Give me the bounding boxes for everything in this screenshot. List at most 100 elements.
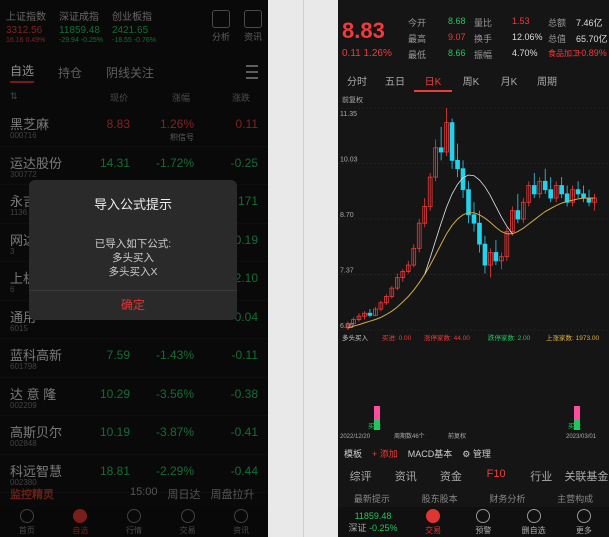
- indicator-toolbar: 模板 + 添加 MACD基本 ⚙ 管理: [338, 445, 609, 461]
- candle: [455, 159, 460, 170]
- stock-detail-screen: 8.83 0.11 1.26% 今开 8.68 量比 1.53 总额 7.46亿 最高 9.0…: [338, 0, 609, 537]
- quote-label: 总值: [548, 34, 567, 44]
- candle: [367, 312, 373, 316]
- info-tab[interactable]: 资金: [428, 468, 473, 488]
- indicator-legend: 买进: 0.00: [382, 334, 412, 342]
- macd-button[interactable]: MACD基本: [408, 447, 453, 460]
- watchlist-screen: 上证指数 3312.56 16.16 0.49% 深证成指 11859.48 -29.94…: [0, 0, 268, 537]
- kline-svg: 前复权11.3510.038.707.376.05多头买入 买进: 0.00 涨停家…: [338, 95, 609, 440]
- period-tab[interactable]: 分时: [338, 70, 376, 92]
- candle: [493, 252, 499, 262]
- manage-button[interactable]: ⚙ 管理: [462, 447, 491, 460]
- nav-index-pct: -0.25%: [369, 522, 398, 533]
- indicator-bar: [374, 406, 380, 420]
- sub-tabs: 最新提示 股东股本 财务分析 主营构成: [338, 492, 609, 504]
- indicator-legend: 上涨家数: 1973.00: [546, 333, 599, 342]
- date-label: 2023/03/01: [566, 434, 597, 440]
- candle: [438, 147, 444, 153]
- candle: [466, 189, 471, 216]
- quote-value: +0.89%: [576, 48, 607, 58]
- nav-remove-watch[interactable]: 删自选: [509, 508, 559, 536]
- date-label: 周期数46个: [394, 432, 425, 440]
- dialog-title: 导入公式提示: [93, 197, 172, 212]
- period-tab[interactable]: 月K: [490, 70, 528, 92]
- quote-row: 最低 8.66 振幅 4.70% 食品加工 +0.89%: [408, 46, 608, 62]
- trade-icon: [426, 508, 441, 523]
- quote-value: 12.06%: [512, 32, 543, 42]
- nav-index-label: 深证: [348, 522, 367, 533]
- minus-icon: [526, 508, 541, 523]
- quote-grid: 今开 8.68 量比 1.53 总额 7.46亿 最高 9.07 换手 12.06% 总值 65.70…: [408, 14, 608, 62]
- chart-title: 前复权: [342, 95, 363, 104]
- info-tabs: 综评 资讯 资金 F10 行业 关联基金: [338, 468, 609, 488]
- subtab[interactable]: 财务分析: [489, 492, 525, 504]
- period-tab[interactable]: 日K: [414, 70, 452, 92]
- screen-divider: [303, 0, 304, 537]
- info-tab[interactable]: 综评: [338, 468, 383, 488]
- indicator-legend: 涨停家数: 44.00: [424, 333, 470, 342]
- candle: [575, 189, 581, 195]
- current-price: 8.83: [342, 18, 385, 43]
- indicator-bar: [574, 406, 580, 420]
- date-label: 前复权: [448, 432, 466, 440]
- dialog-line: 已导入如下公式:: [94, 238, 172, 250]
- confirm-button[interactable]: 确定: [29, 296, 237, 313]
- candle: [482, 243, 488, 266]
- period-tab[interactable]: 周期: [528, 70, 566, 92]
- y-tick-label: 11.35: [340, 111, 357, 118]
- y-tick-label: 8.70: [340, 212, 354, 219]
- quote-label: 最低: [408, 50, 427, 60]
- buy-signal-label: 买进: [568, 422, 582, 430]
- add-label: 添加: [379, 448, 398, 459]
- info-tab[interactable]: F10: [474, 468, 519, 488]
- candle: [586, 197, 592, 203]
- date-label: 2022/12/20: [340, 434, 371, 440]
- kline-chart[interactable]: 前复权 11.35 10.03 8.70 7.37 6.05 多头买入 买进: 0.00 涨停家…: [338, 94, 609, 440]
- nav-alert[interactable]: 预警: [458, 508, 508, 536]
- candle: [515, 210, 521, 220]
- import-formula-dialog: 导入公式提示 已导入如下公式: 多头买入 多头买入X 确定: [29, 180, 237, 320]
- info-tab[interactable]: 资讯: [383, 468, 428, 488]
- quote-value: 1.53: [512, 16, 530, 26]
- buy-signal-label: 买进: [368, 422, 382, 430]
- dialog-line: 多头买入X: [108, 266, 158, 278]
- quote-value: 8.68: [448, 16, 466, 26]
- nav-label: 交易: [425, 525, 442, 535]
- nav-more[interactable]: 更多: [559, 508, 609, 536]
- nav-label: 预警: [475, 525, 492, 535]
- quote-label: 总额: [548, 18, 567, 28]
- period-tab[interactable]: 周K: [452, 70, 490, 92]
- period-tab[interactable]: 五日: [376, 70, 414, 92]
- quote-label: 今开: [408, 18, 427, 28]
- detail-bottom-nav: 11859.48 深证 -0.25% 交易 预警 删自选 更多: [338, 507, 609, 537]
- quote-value: 8.66: [448, 48, 466, 58]
- candle: [581, 193, 586, 199]
- subtab[interactable]: 主营构成: [557, 492, 593, 504]
- info-tab[interactable]: 行业: [519, 468, 564, 488]
- nav-index-ticker[interactable]: 11859.48 深证 -0.25%: [338, 511, 408, 534]
- y-tick-label: 10.03: [340, 156, 358, 163]
- dialog-divider: [29, 290, 237, 291]
- nav-trade[interactable]: 交易: [408, 508, 458, 536]
- period-tabs: 分时 五日 日K 周K 月K 周期: [338, 70, 609, 92]
- bell-icon: [476, 508, 491, 523]
- template-button[interactable]: 模板: [344, 447, 362, 460]
- nav-index-value: 11859.48: [354, 510, 392, 521]
- subtab[interactable]: 股东股本: [422, 492, 458, 504]
- candle: [449, 122, 455, 161]
- candle: [471, 214, 477, 224]
- subtab[interactable]: 最新提示: [354, 492, 390, 504]
- quote-value: 65.70亿: [576, 34, 608, 44]
- candle: [548, 189, 554, 199]
- candle: [477, 222, 482, 245]
- nav-label: 更多: [575, 525, 592, 535]
- manage-label: 管理: [472, 448, 491, 459]
- indicator-legend: 多头买入: [342, 333, 369, 342]
- quote-header: 8.83 0.11 1.26% 今开 8.68 量比 1.53 总额 7.46亿 最高 9.0…: [338, 8, 609, 64]
- quote-row: 最高 9.07 换手 12.06% 总值 65.70亿: [408, 30, 608, 46]
- indicator-legend: 跌停家数: 2.00: [488, 333, 531, 342]
- add-indicator-button[interactable]: + 添加: [372, 447, 398, 460]
- quote-label: 振幅: [474, 50, 493, 60]
- candle: [542, 180, 548, 191]
- info-tab[interactable]: 关联基金: [564, 468, 609, 488]
